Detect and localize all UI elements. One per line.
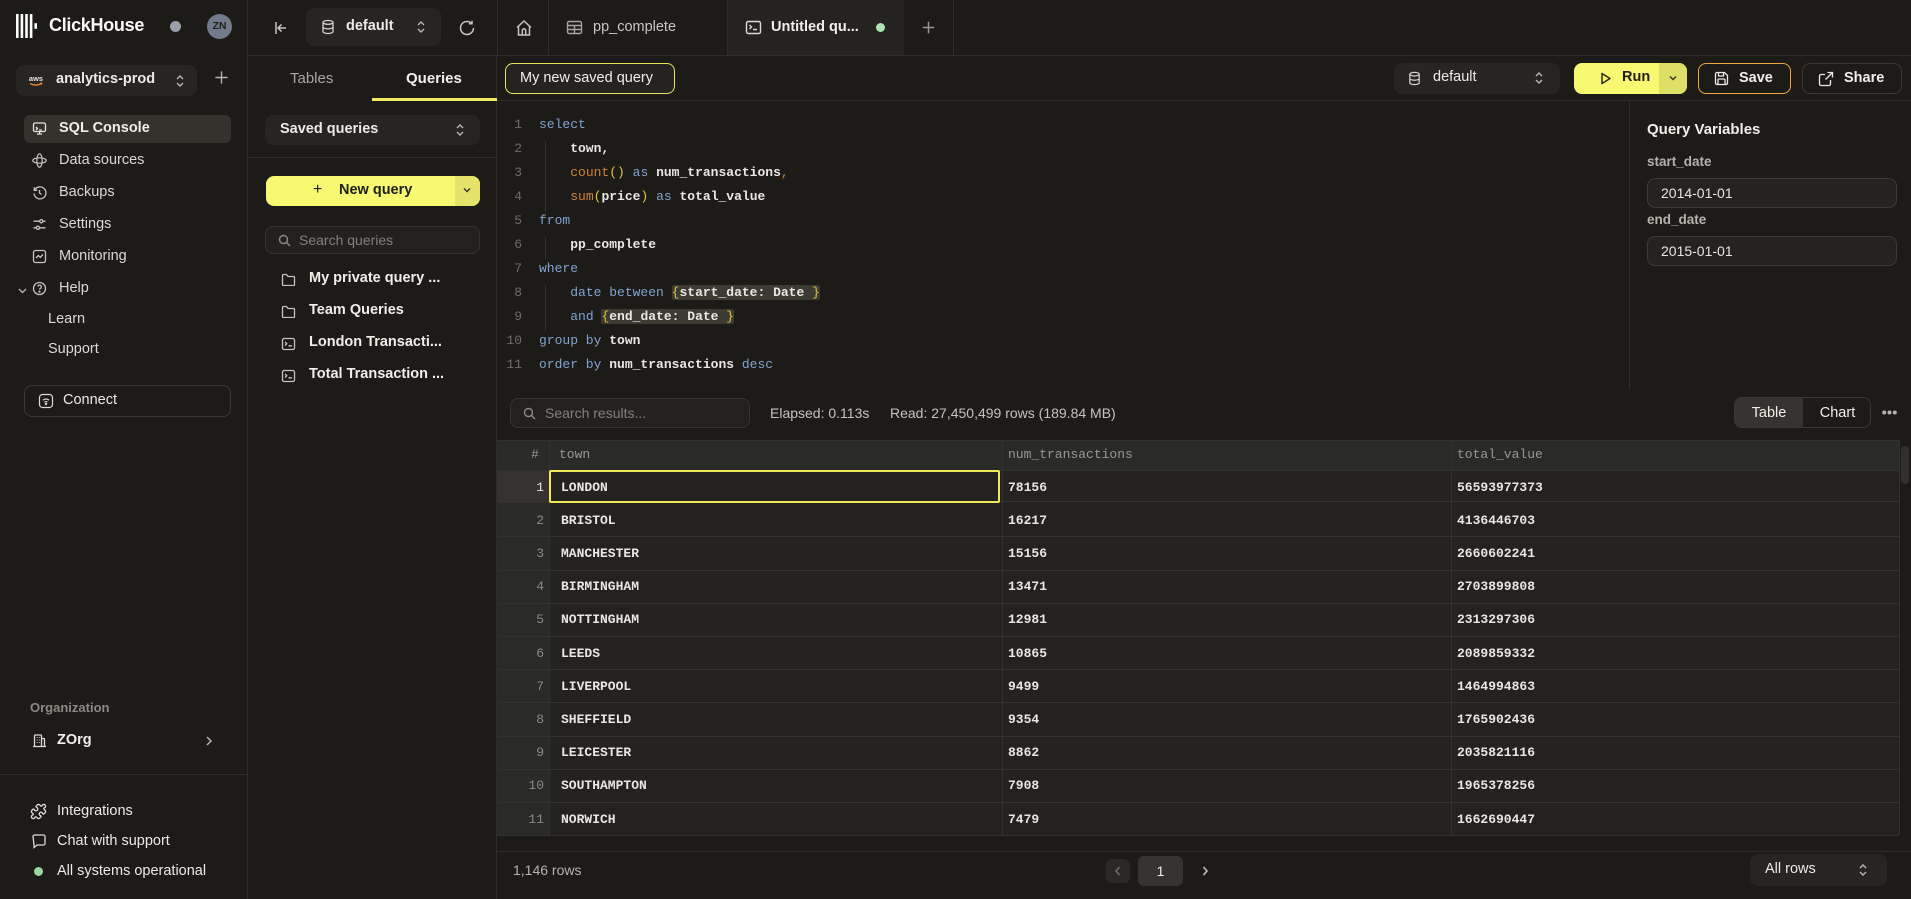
svg-text:aws: aws	[29, 74, 43, 83]
